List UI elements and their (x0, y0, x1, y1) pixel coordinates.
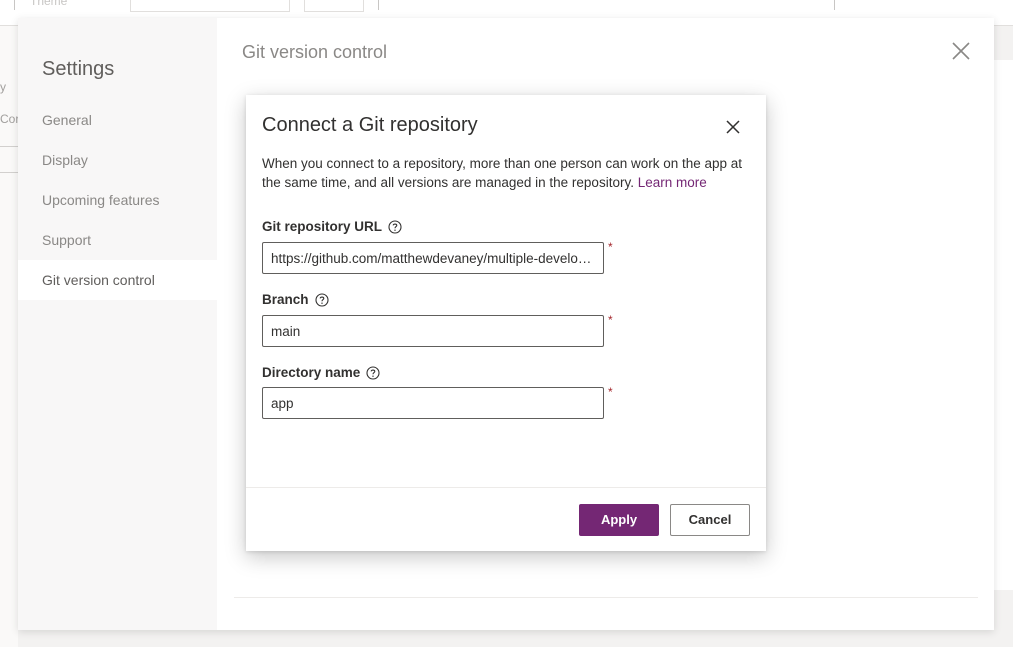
close-icon[interactable] (950, 40, 972, 62)
settings-heading: Git version control (242, 42, 388, 62)
nav-item-display[interactable]: Display (18, 140, 217, 180)
toolbar-field[interactable] (130, 0, 290, 12)
branch-label-text: Branch (262, 292, 309, 307)
nav-item-support[interactable]: Support (18, 220, 217, 260)
connect-git-dialog: Connect a Git repository When you connec… (246, 95, 766, 551)
required-indicator: * (608, 313, 613, 327)
branch-label: Branch (262, 292, 329, 307)
close-icon[interactable] (724, 118, 742, 136)
cancel-button[interactable]: Cancel (670, 504, 750, 536)
directory-name-label-text: Directory name (262, 365, 361, 380)
nav-item-upcoming-features[interactable]: Upcoming features (18, 180, 217, 220)
required-indicator: * (608, 240, 613, 254)
nav-item-general[interactable]: General (18, 100, 217, 140)
settings-nav: Settings General Display Upcoming featur… (18, 18, 217, 630)
required-indicator: * (608, 385, 613, 399)
dialog-title: Connect a Git repository (262, 114, 478, 136)
learn-more-link[interactable]: Learn more (638, 175, 707, 190)
dialog-description: When you connect to a repository, more t… (262, 154, 754, 192)
apply-button[interactable]: Apply (579, 504, 659, 536)
help-icon[interactable] (314, 292, 329, 307)
toolbar-divider (378, 0, 379, 10)
toolbar-field[interactable] (304, 0, 364, 12)
toolbar-divider (14, 0, 15, 10)
branch-input[interactable] (262, 315, 604, 347)
app-pane-fragment: Cor (0, 112, 20, 126)
app-left-pane: y Cor (0, 26, 20, 647)
divider (246, 487, 766, 488)
app-pane-fragment: y (0, 80, 6, 94)
divider (0, 146, 18, 147)
nav-item-git-version-control[interactable]: Git version control (18, 260, 217, 300)
help-icon[interactable] (366, 365, 380, 380)
repo-url-label-text: Git repository URL (262, 219, 383, 234)
divider (234, 597, 978, 598)
theme-menu[interactable]: Theme (30, 0, 67, 8)
app-right-pane (994, 60, 1013, 590)
help-icon[interactable] (388, 219, 402, 234)
settings-title: Settings (42, 58, 115, 80)
divider (0, 172, 18, 173)
repo-url-label: Git repository URL (262, 219, 402, 234)
toolbar-divider (834, 0, 835, 10)
repo-url-input[interactable] (262, 242, 604, 274)
directory-name-input[interactable] (262, 387, 604, 419)
directory-name-label: Directory name (262, 365, 380, 380)
